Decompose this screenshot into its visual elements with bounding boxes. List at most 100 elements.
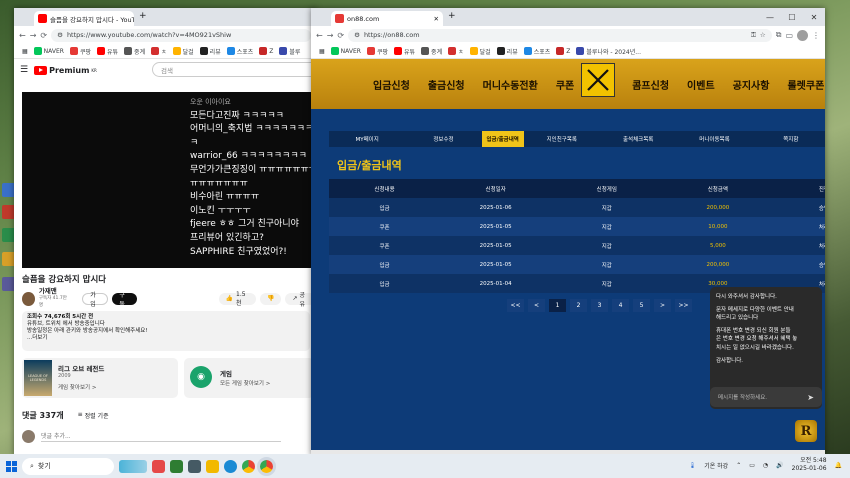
- clock[interactable]: 오전 5:48 2025-01-06: [792, 457, 827, 473]
- like-button[interactable]: 👍 1.5천: [218, 291, 256, 307]
- tab-youtube[interactable]: 슬픔을 강요하지 맙시다 - YouTube ✕: [34, 11, 134, 26]
- profile-icon[interactable]: [797, 29, 808, 41]
- forward-icon[interactable]: →: [30, 31, 37, 40]
- back-icon[interactable]: ←: [19, 31, 26, 40]
- tray-chevron-icon[interactable]: ⌃: [736, 462, 741, 469]
- nav-notice[interactable]: 공지사항: [733, 77, 770, 92]
- chat-message-input[interactable]: 메시지를 작성하세요. ➤: [710, 387, 822, 407]
- page-number[interactable]: 4: [612, 299, 629, 312]
- edge-icon[interactable]: [224, 459, 237, 473]
- close-icon[interactable]: ✕: [434, 15, 439, 23]
- tab-edit-info[interactable]: 정보수정: [405, 131, 481, 147]
- nav-coupon[interactable]: 쿠폰: [556, 77, 574, 92]
- bookmark-item[interactable]: 블루나와 - 2024년...: [576, 47, 641, 56]
- url-field[interactable]: ⚙ https://on88.com ⚿ ☆: [348, 28, 772, 42]
- wifi-icon[interactable]: ◔: [763, 462, 768, 469]
- bookmark-item[interactable]: NAVER: [330, 47, 361, 55]
- weather-icon[interactable]: 🌡: [689, 462, 697, 469]
- network-icon[interactable]: ▭: [749, 462, 755, 469]
- bookmark-item[interactable]: Z: [259, 47, 273, 55]
- sidebar-icon[interactable]: ▭: [785, 31, 793, 40]
- comment-input[interactable]: 댓글 추가...: [41, 431, 281, 442]
- tab-messages[interactable]: 쪽지함: [753, 131, 825, 147]
- page-next[interactable]: >: [654, 299, 671, 312]
- bookmark-item[interactable]: ㅊ: [448, 47, 464, 56]
- show-more-link[interactable]: ...더보기: [27, 335, 305, 342]
- channel-avatar[interactable]: [22, 291, 35, 306]
- tab-mypage[interactable]: MY페이지: [329, 131, 405, 147]
- apps-icon[interactable]: ▦: [319, 48, 325, 55]
- tab-friends[interactable]: 지인친구목록: [524, 131, 600, 147]
- chrome-active-icon[interactable]: [257, 456, 276, 476]
- bookmark-item[interactable]: 달걸: [172, 47, 194, 56]
- new-tab-icon[interactable]: +: [448, 11, 456, 26]
- minimize-icon[interactable]: —: [759, 8, 781, 26]
- channel-name[interactable]: 가재맨: [39, 288, 68, 295]
- bookmark-item[interactable]: 쿠팡: [69, 47, 91, 56]
- bookmark-item[interactable]: NAVER: [33, 47, 64, 55]
- bookmark-item[interactable]: Z: [556, 47, 570, 55]
- more-icon[interactable]: ⋮: [812, 31, 820, 40]
- task-view-icon[interactable]: [188, 459, 201, 473]
- tab-money-move[interactable]: 머니이동목록: [676, 131, 752, 147]
- game-link[interactable]: 게임 찾아보기 >: [58, 383, 96, 391]
- bookmark-item[interactable]: 블루: [279, 47, 300, 56]
- maximize-icon[interactable]: ☐: [781, 8, 803, 26]
- bookmark-item[interactable]: 중계: [421, 47, 442, 56]
- page-number[interactable]: 3: [591, 299, 608, 312]
- reload-icon[interactable]: ⟳: [40, 31, 47, 40]
- close-window-icon[interactable]: ✕: [803, 8, 825, 26]
- close-menu-icon[interactable]: [581, 63, 615, 97]
- explorer-icon[interactable]: [206, 459, 219, 473]
- site-info-icon[interactable]: ⚙: [57, 31, 63, 39]
- site-info-icon[interactable]: ⚙: [354, 31, 360, 39]
- url-field[interactable]: ⚙ https://www.youtube.com/watch?v=4MO921…: [51, 28, 311, 42]
- game-card[interactable]: LEAGUE OF LEGENDS 리그 오브 레전드 2009 게임 찾아보기…: [22, 358, 178, 398]
- subscribe-button[interactable]: 구독: [112, 292, 137, 308]
- category-link[interactable]: 모든 게임 찾아보기 >: [220, 379, 270, 387]
- tab-deposit-history[interactable]: 입금/출금내역: [481, 131, 524, 147]
- bookmark-item[interactable]: 쿠팡: [366, 47, 388, 56]
- notification-icon[interactable]: 🔔: [835, 462, 842, 469]
- back-icon[interactable]: ←: [316, 31, 323, 40]
- bookmark-item[interactable]: 달걸: [469, 47, 491, 56]
- apps-icon[interactable]: ▦: [22, 48, 28, 55]
- menu-icon[interactable]: ☰: [20, 65, 28, 75]
- bookmark-item[interactable]: 리뷰: [496, 47, 518, 56]
- category-card[interactable]: ◉ 게임 모든 게임 찾아보기 >: [184, 358, 314, 398]
- star-icon[interactable]: ☆: [760, 31, 766, 39]
- weather-text[interactable]: 기온 하강: [704, 461, 728, 470]
- bookmark-item[interactable]: 중계: [124, 47, 145, 56]
- taskbar-search[interactable]: ⌕ 찾기: [22, 457, 114, 475]
- bookmark-item[interactable]: 유튜: [97, 47, 118, 56]
- tab-attendance[interactable]: 출석체크목록: [600, 131, 676, 147]
- reload-icon[interactable]: ⟳: [337, 31, 344, 40]
- video-player[interactable]: 오운 이아이요 모든다고진짜 ㅋㅋㅋㅋㅋ 어머니의_축지법 ㅋㅋㅋㅋㅋㅋㅋ ㅋ …: [22, 92, 312, 268]
- app-icon[interactable]: [170, 459, 183, 473]
- description-box[interactable]: 조회수 74,676회 5시간 전 유튜브, 트위치 에서 방송중입니다 방송일…: [22, 311, 310, 351]
- search-input[interactable]: 검색: [152, 62, 316, 77]
- bookmark-item[interactable]: 유튜: [394, 47, 415, 56]
- tab-on88[interactable]: on88.com ✕: [331, 11, 443, 26]
- bookmark-item[interactable]: 스포츠: [226, 47, 253, 56]
- page-number[interactable]: 2: [570, 299, 587, 312]
- nav-roulette[interactable]: 롤렛쿠폰: [787, 77, 824, 92]
- dislike-button[interactable]: 👎: [259, 292, 282, 305]
- corner-logo[interactable]: R: [795, 420, 817, 442]
- app-icon[interactable]: [152, 459, 165, 473]
- sort-button[interactable]: ≡ 정렬 기준: [78, 411, 109, 420]
- nav-withdraw[interactable]: 출금신청: [428, 77, 465, 92]
- nav-comp[interactable]: 콤프신청: [632, 77, 669, 92]
- page-number[interactable]: 5: [633, 299, 650, 312]
- volume-icon[interactable]: 🔊: [776, 462, 783, 469]
- bookmark-item[interactable]: 스포츠: [523, 47, 550, 56]
- youtube-logo[interactable]: Premium KR: [34, 65, 97, 75]
- forward-icon[interactable]: →: [327, 31, 334, 40]
- chrome-icon[interactable]: [242, 459, 255, 473]
- page-last[interactable]: >>: [675, 299, 692, 312]
- widget-fish-icon[interactable]: [119, 459, 147, 473]
- send-icon[interactable]: ➤: [807, 393, 814, 402]
- page-first[interactable]: <<: [507, 299, 524, 312]
- new-tab-icon[interactable]: +: [139, 11, 147, 26]
- windows-start-icon[interactable]: [6, 460, 17, 472]
